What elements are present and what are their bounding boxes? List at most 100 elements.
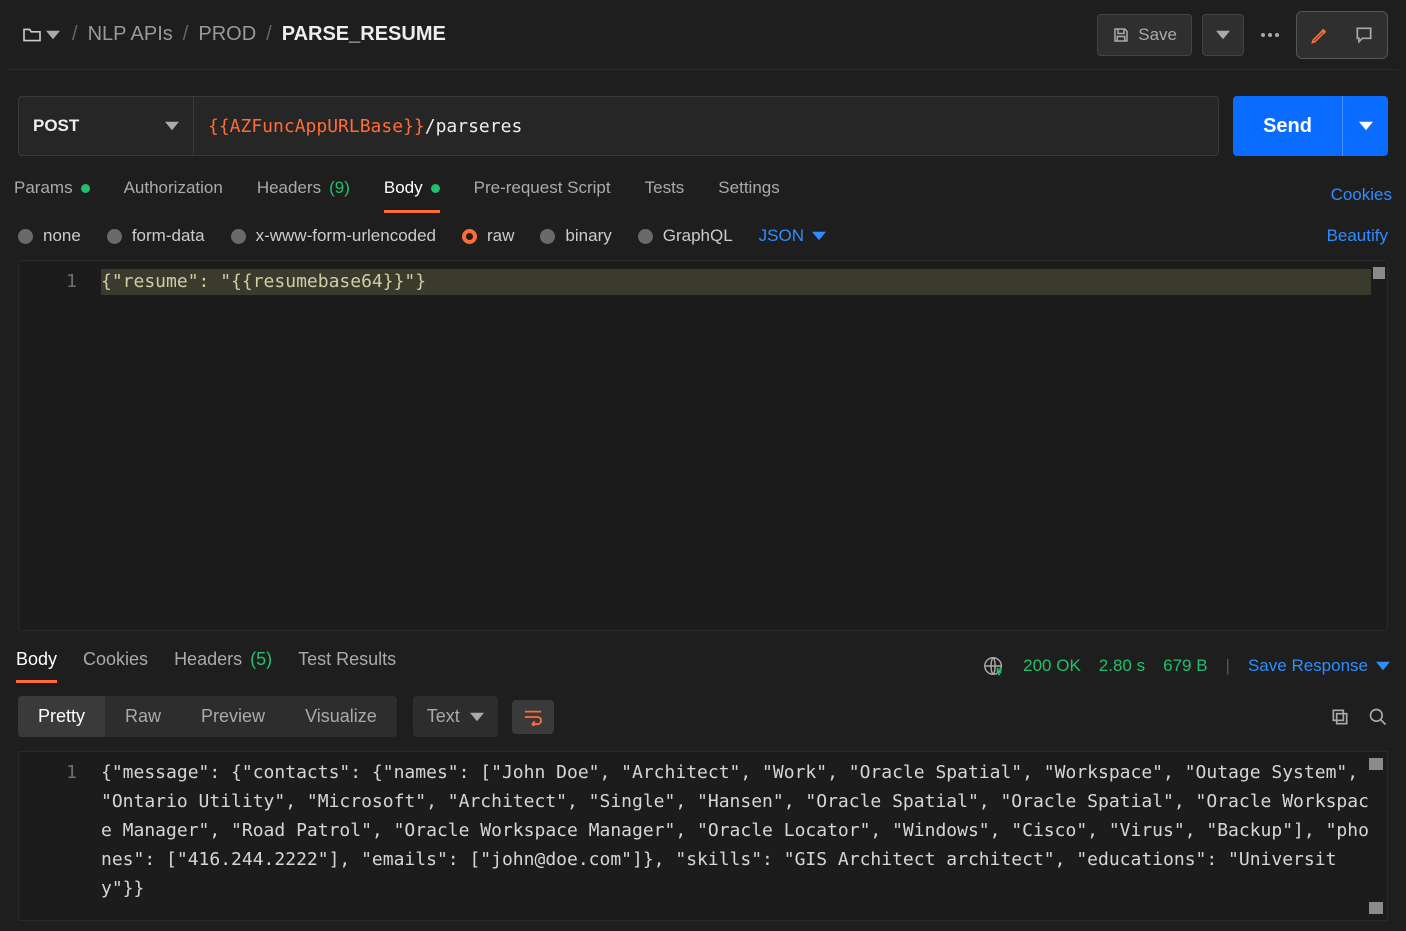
separator: / — [183, 23, 189, 46]
line-number: 1 — [19, 269, 77, 295]
gutter: 1 — [19, 261, 89, 630]
view-pretty[interactable]: Pretty — [18, 696, 105, 737]
tab-prerequest[interactable]: Pre-request Script — [474, 178, 611, 212]
tab-label: Body — [384, 178, 423, 198]
radio-icon — [231, 229, 246, 244]
radio-graphql[interactable]: GraphQL — [638, 226, 733, 246]
search-button[interactable] — [1368, 707, 1388, 727]
save-button[interactable]: Save — [1097, 14, 1192, 56]
time-text: 2.80 s — [1099, 656, 1145, 676]
view-preview[interactable]: Preview — [181, 696, 285, 737]
tab-label: Test Results — [298, 649, 396, 670]
wrap-lines-button[interactable] — [512, 700, 554, 734]
radio-icon — [18, 229, 33, 244]
indicator-dot — [81, 184, 90, 193]
breadcrumb-request[interactable]: PARSE_RESUME — [282, 23, 446, 46]
scrollbar-thumb[interactable] — [1369, 902, 1383, 914]
url-path: /parseres — [425, 116, 523, 137]
breadcrumb-folder[interactable]: PROD — [198, 23, 256, 46]
tab-tests[interactable]: Tests — [645, 178, 685, 212]
tab-body[interactable]: Body — [384, 178, 440, 212]
save-dropdown[interactable] — [1202, 14, 1244, 56]
minimap — [1373, 267, 1385, 279]
pencil-icon — [1310, 25, 1330, 45]
tab-label: Body — [16, 649, 57, 670]
request-line: POST {{AZFuncAppURLBase}}/parseres Send — [8, 70, 1398, 166]
method-value: POST — [33, 116, 79, 136]
folder-dropdown[interactable] — [18, 25, 64, 45]
more-options-button[interactable] — [1254, 14, 1286, 56]
edit-button[interactable] — [1299, 14, 1341, 56]
comment-button[interactable] — [1343, 14, 1385, 56]
radio-form-data[interactable]: form-data — [107, 226, 205, 246]
tab-label: Pre-request Script — [474, 178, 611, 198]
response-view-row: Pretty Raw Preview Visualize Text — [8, 682, 1398, 751]
network-icon[interactable] — [983, 655, 1005, 677]
line-number: 1 — [19, 758, 77, 787]
resp-tab-test-results[interactable]: Test Results — [298, 649, 396, 682]
breadcrumb-collection[interactable]: NLP APIs — [88, 23, 173, 46]
copy-icon — [1330, 707, 1350, 727]
tab-label: Headers — [257, 178, 321, 198]
chevron-down-icon — [812, 229, 826, 243]
resp-tab-body[interactable]: Body — [16, 649, 57, 682]
chevron-down-icon — [46, 28, 60, 42]
body-type-row: none form-data x-www-form-urlencoded raw… — [8, 212, 1398, 260]
folder-icon — [22, 27, 42, 43]
send-dropdown[interactable] — [1342, 96, 1388, 156]
radio-none[interactable]: none — [18, 226, 81, 246]
radio-raw[interactable]: raw — [462, 226, 514, 246]
radio-binary[interactable]: binary — [540, 226, 611, 246]
response-tabs: Body Cookies Headers (5) Test Results 20… — [8, 639, 1398, 682]
comment-icon — [1354, 25, 1374, 45]
tab-label: Params — [14, 178, 73, 198]
save-icon — [1112, 26, 1130, 44]
radio-icon — [638, 229, 653, 244]
tab-params[interactable]: Params — [14, 178, 90, 212]
search-icon — [1368, 707, 1388, 727]
url-variable: {{AZFuncAppURLBase}} — [208, 116, 425, 137]
headers-count: (9) — [329, 178, 350, 198]
view-visualize[interactable]: Visualize — [285, 696, 397, 737]
response-body-viewer[interactable]: 1 {"message": {"contacts": {"names": ["J… — [18, 751, 1388, 921]
tab-label: Authorization — [124, 178, 223, 198]
resp-tab-cookies[interactable]: Cookies — [83, 649, 148, 682]
radio-urlencoded[interactable]: x-www-form-urlencoded — [231, 226, 436, 246]
chevron-down-icon — [165, 119, 179, 133]
wrap-icon — [522, 708, 544, 726]
request-body-editor[interactable]: 1 {"resume": "{{resumebase64}}"} — [18, 260, 1388, 631]
tab-headers[interactable]: Headers (9) — [257, 178, 350, 212]
save-response-label: Save Response — [1248, 656, 1368, 676]
separator: / — [72, 23, 78, 46]
radio-label: raw — [487, 226, 514, 246]
view-raw[interactable]: Raw — [105, 696, 181, 737]
tab-label: Settings — [718, 178, 779, 198]
headers-count: (5) — [250, 649, 272, 670]
editor-line: {"resume": "{{resumebase64}}"} — [101, 269, 1371, 295]
gutter: 1 — [19, 752, 89, 920]
radio-label: none — [43, 226, 81, 246]
beautify-link[interactable]: Beautify — [1327, 226, 1388, 246]
url-input[interactable]: {{AZFuncAppURLBase}}/parseres — [194, 97, 1218, 155]
save-response[interactable]: Save Response — [1248, 656, 1390, 676]
separator: / — [266, 23, 272, 46]
response-format-select[interactable]: Text — [413, 696, 498, 737]
chevron-down-icon — [470, 710, 484, 724]
resp-tab-headers[interactable]: Headers (5) — [174, 649, 272, 682]
tab-authorization[interactable]: Authorization — [124, 178, 223, 212]
radio-label: x-www-form-urlencoded — [256, 226, 436, 246]
scrollbar-thumb[interactable] — [1369, 758, 1383, 770]
send-button[interactable]: Send — [1233, 96, 1342, 156]
format-label: Text — [427, 706, 460, 727]
cookies-link[interactable]: Cookies — [1331, 185, 1392, 205]
tab-settings[interactable]: Settings — [718, 178, 779, 212]
chevron-down-icon — [1359, 119, 1373, 133]
status-text: 200 OK — [1023, 656, 1081, 676]
radio-icon — [107, 229, 122, 244]
copy-button[interactable] — [1330, 707, 1350, 727]
radio-label: form-data — [132, 226, 205, 246]
send-label: Send — [1263, 115, 1312, 137]
tab-label: Cookies — [83, 649, 148, 670]
method-select[interactable]: POST — [19, 97, 194, 155]
content-type-select[interactable]: JSON — [759, 226, 826, 246]
